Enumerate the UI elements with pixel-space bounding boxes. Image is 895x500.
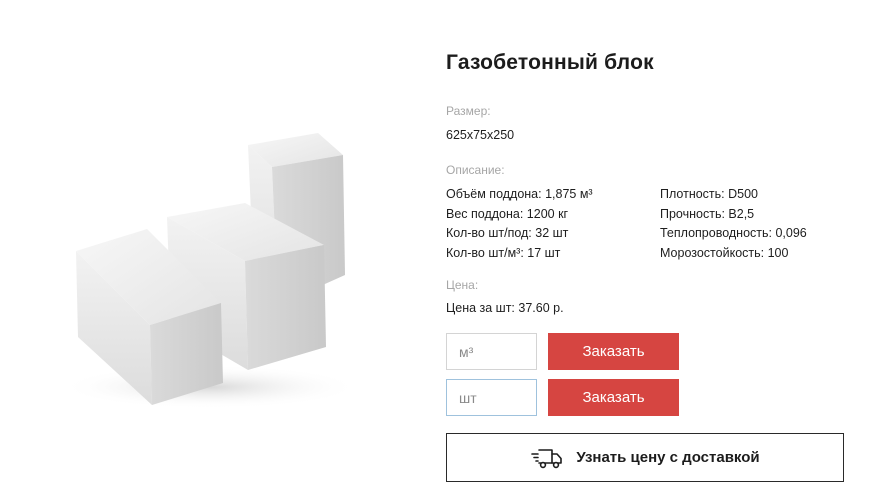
description-label: Описание: bbox=[446, 163, 505, 177]
order-row-pcs: Заказать bbox=[446, 379, 679, 416]
order-pcs-button[interactable]: Заказать bbox=[548, 379, 679, 416]
spec-strength: Прочность: B2,5 bbox=[660, 206, 755, 221]
delivery-truck-icon bbox=[531, 448, 563, 468]
description-section: Описание: Объём поддона: 1,875 м³ Вес по… bbox=[446, 162, 846, 263]
aerated-concrete-blocks-image bbox=[60, 133, 360, 409]
order-row-m3: Заказать bbox=[446, 333, 679, 370]
product-details: Газобетонный блок Размер: 625x75x250 Опи… bbox=[446, 50, 846, 482]
spec-thermal-conductivity: Теплопроводность: 0,096 bbox=[660, 226, 807, 240]
spec-pcs-per-m3: Кол-во шт/м³: 17 шт bbox=[446, 245, 561, 260]
price-section: Цена: Цена за шт: 37.60 р. bbox=[446, 277, 564, 319]
price-label: Цена: bbox=[446, 278, 479, 292]
spec-grid: Объём поддона: 1,875 м³ Вес поддона: 120… bbox=[446, 185, 846, 263]
size-label: Размер: bbox=[446, 104, 491, 118]
spec-pallet-weight: Вес поддона: 1200 кг bbox=[446, 206, 569, 221]
delivery-price-button[interactable]: Узнать цену с доставкой bbox=[446, 433, 844, 482]
product-image bbox=[60, 125, 360, 410]
size-section: Размер: 625x75x250 bbox=[446, 103, 514, 146]
product-title: Газобетонный блок bbox=[446, 51, 654, 74]
spec-pallet-volume: Объём поддона: 1,875 м³ bbox=[446, 187, 593, 201]
spec-density: Плотность: D500 bbox=[660, 187, 758, 201]
spec-column-left: Объём поддона: 1,875 м³ Вес поддона: 120… bbox=[446, 185, 660, 263]
quantity-pcs-input[interactable] bbox=[446, 379, 537, 416]
delivery-price-label: Узнать цену с доставкой bbox=[576, 449, 760, 466]
order-m3-button[interactable]: Заказать bbox=[548, 333, 679, 370]
spec-pcs-per-pallet: Кол-во шт/под: 32 шт bbox=[446, 226, 569, 240]
quantity-m3-input[interactable] bbox=[446, 333, 537, 370]
price-value: Цена за шт: 37.60 р. bbox=[446, 301, 564, 315]
spec-column-right: Плотность: D500 Прочность: B2,5 Теплопро… bbox=[660, 185, 846, 263]
spec-frost-resistance: Морозостойкость: 100 bbox=[660, 245, 789, 260]
size-value: 625x75x250 bbox=[446, 128, 515, 142]
